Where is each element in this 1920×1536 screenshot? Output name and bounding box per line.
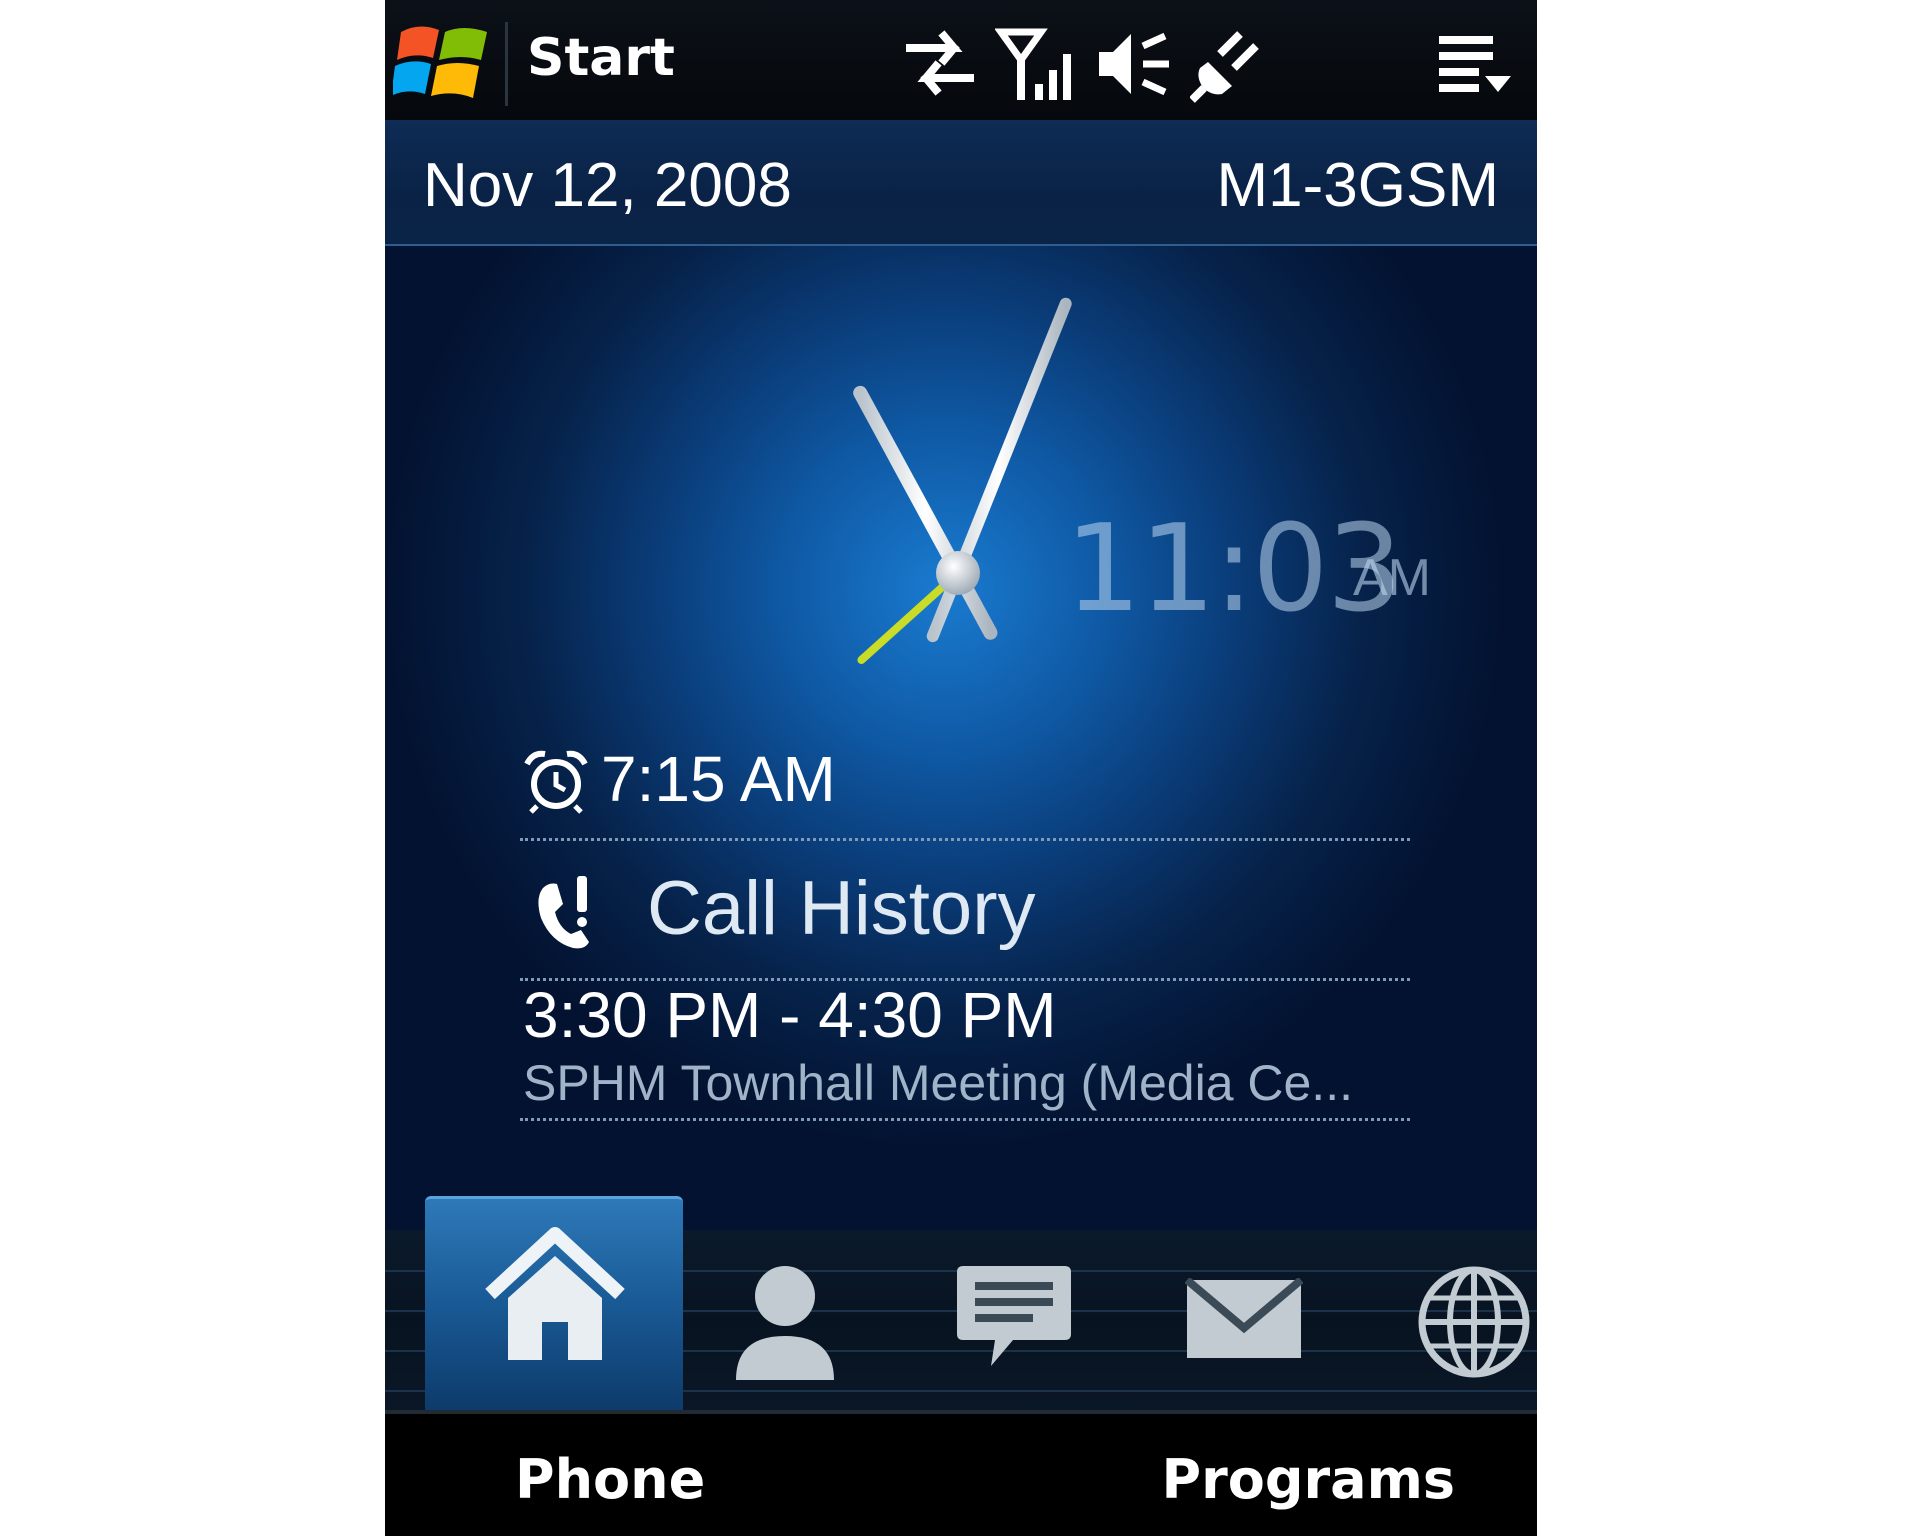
title-separator	[505, 22, 508, 106]
message-icon[interactable]	[955, 1262, 1073, 1374]
power-plug-icon[interactable]	[1190, 24, 1270, 104]
phone-softkey[interactable]: Phone	[515, 1448, 705, 1511]
appointment-time[interactable]: 3:30 PM - 4:30 PM	[523, 978, 1057, 1052]
hour-hand	[853, 385, 998, 640]
divider	[520, 1118, 1410, 1121]
missed-call-icon	[538, 876, 589, 949]
clock-hub	[936, 551, 980, 595]
softkey-bar: Phone Programs	[385, 1410, 1537, 1536]
windows-logo-icon[interactable]	[393, 14, 493, 110]
programs-softkey[interactable]: Programs	[1162, 1448, 1455, 1511]
data-sync-icon[interactable]	[900, 24, 980, 104]
digital-time[interactable]: 11:03	[1065, 500, 1403, 639]
digital-ampm: AM	[1353, 549, 1431, 607]
speaker-muted-icon[interactable]	[1093, 24, 1173, 104]
home-icon[interactable]	[480, 1222, 630, 1368]
menu-list-icon[interactable]	[1435, 24, 1515, 104]
start-label[interactable]: Start	[527, 28, 675, 88]
person-icon[interactable]	[730, 1262, 840, 1380]
alarm-time[interactable]: 7:15 AM	[601, 742, 836, 816]
signal-icon[interactable]	[995, 24, 1075, 104]
alarm-clock-icon	[524, 750, 588, 814]
mail-icon[interactable]	[1185, 1278, 1303, 1360]
appointment-title[interactable]: SPHM Townhall Meeting (Media Ce...	[523, 1054, 1353, 1112]
call-history-label[interactable]: Call History	[647, 865, 1036, 952]
title-bar: Start	[385, 0, 1537, 120]
globe-icon[interactable]	[1415, 1266, 1533, 1378]
home-screen: Nov 12, 2008 M1-3GSM 11:03 AM 7:15 AM Ca…	[385, 120, 1537, 1233]
divider	[520, 838, 1410, 841]
device-screen: Start Nov 12, 2008 M1-3GSM 11:03 AM 7:15…	[385, 0, 1537, 1536]
